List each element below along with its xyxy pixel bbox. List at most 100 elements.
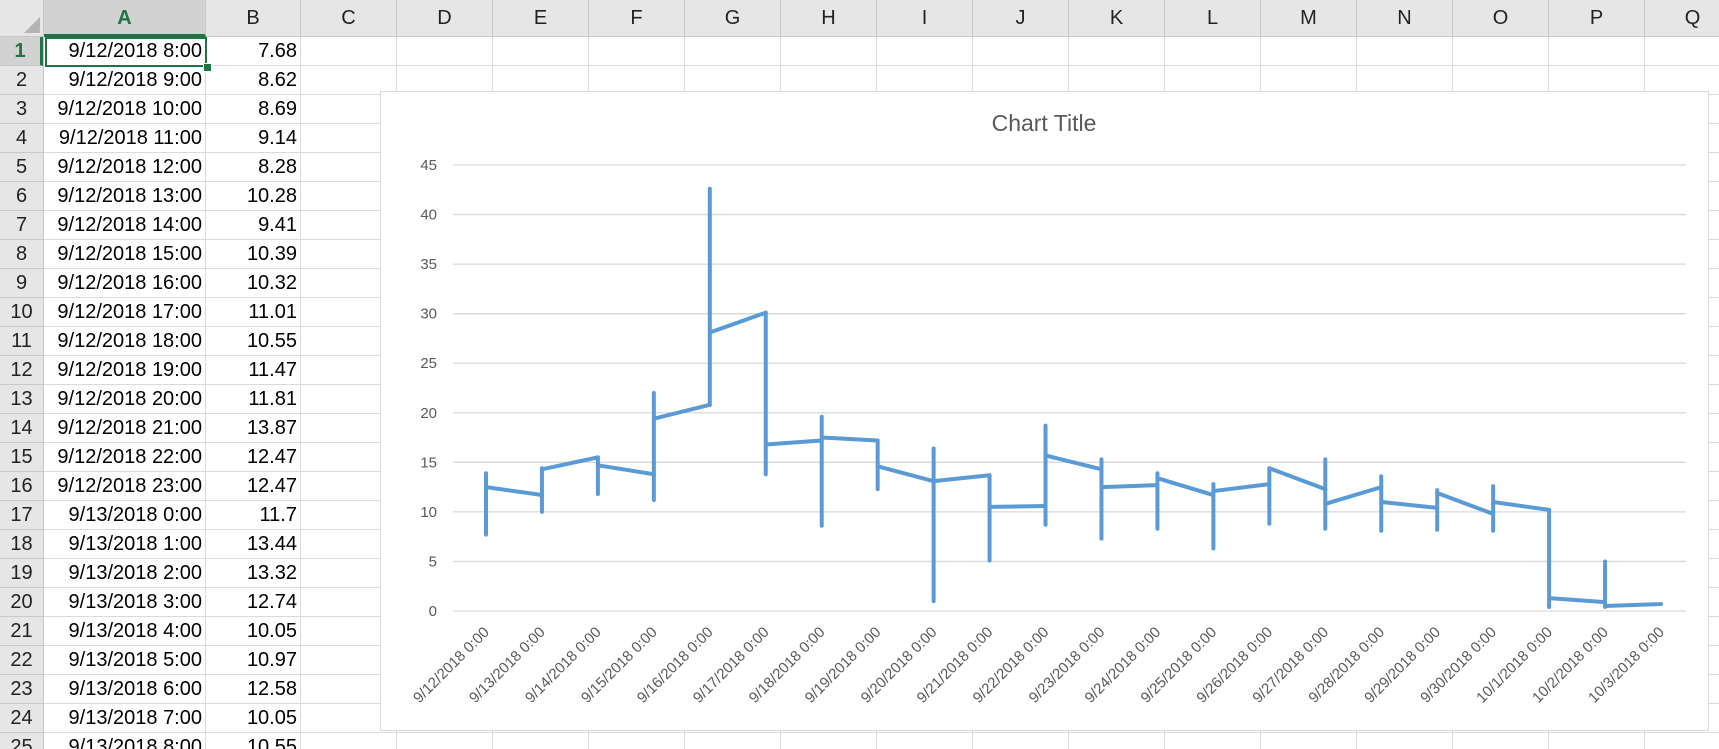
row-header-7[interactable]: 7	[0, 211, 43, 240]
column-header-f[interactable]: F	[589, 0, 685, 36]
cell-a25[interactable]: 9/13/2018 8:00	[44, 733, 206, 749]
row-header-1[interactable]: 1	[0, 37, 43, 66]
cell-b3[interactable]: 8.69	[206, 95, 301, 124]
cell-b23[interactable]: 12.58	[206, 675, 301, 704]
cell-a4[interactable]: 9/12/2018 11:00	[44, 124, 206, 153]
column-header-h[interactable]: H	[781, 0, 877, 36]
column-header-c[interactable]: C	[301, 0, 397, 36]
cell-b4[interactable]: 9.14	[206, 124, 301, 153]
row-header-2[interactable]: 2	[0, 66, 43, 95]
cell-a6[interactable]: 9/12/2018 13:00	[44, 182, 206, 211]
cell-a19[interactable]: 9/13/2018 2:00	[44, 559, 206, 588]
row-header-21[interactable]: 21	[0, 617, 43, 646]
cell-a14[interactable]: 9/12/2018 21:00	[44, 414, 206, 443]
y-tick-label: 40	[420, 207, 437, 224]
cell-a18[interactable]: 9/13/2018 1:00	[44, 530, 206, 559]
cell-a11[interactable]: 9/12/2018 18:00	[44, 327, 206, 356]
column-header-j[interactable]: J	[973, 0, 1069, 36]
row-header-6[interactable]: 6	[0, 182, 43, 211]
cell-b17[interactable]: 11.7	[206, 501, 301, 530]
row-header-8[interactable]: 8	[0, 240, 43, 269]
cell-b9[interactable]: 10.32	[206, 269, 301, 298]
column-header-i[interactable]: I	[877, 0, 973, 36]
cell-a17[interactable]: 9/13/2018 0:00	[44, 501, 206, 530]
cell-a12[interactable]: 9/12/2018 19:00	[44, 356, 206, 385]
row-header-4[interactable]: 4	[0, 124, 43, 153]
y-tick-label: 35	[420, 256, 437, 273]
row-header-3[interactable]: 3	[0, 95, 43, 124]
column-header-n[interactable]: N	[1357, 0, 1453, 36]
cell-a23[interactable]: 9/13/2018 6:00	[44, 675, 206, 704]
row-header-14[interactable]: 14	[0, 414, 43, 443]
cell-b12[interactable]: 11.47	[206, 356, 301, 385]
cell-b5[interactable]: 8.28	[206, 153, 301, 182]
row-header-18[interactable]: 18	[0, 530, 43, 559]
cell-a13[interactable]: 9/12/2018 20:00	[44, 385, 206, 414]
row-header-20[interactable]: 20	[0, 588, 43, 617]
row-header-19[interactable]: 19	[0, 559, 43, 588]
row-header-13[interactable]: 13	[0, 385, 43, 414]
select-all-corner[interactable]	[0, 0, 44, 37]
cell-b21[interactable]: 10.05	[206, 617, 301, 646]
cell-a5[interactable]: 9/12/2018 12:00	[44, 153, 206, 182]
row-header-11[interactable]: 11	[0, 327, 43, 356]
series-line-segment	[875, 464, 936, 484]
cell-a10[interactable]: 9/12/2018 17:00	[44, 298, 206, 327]
row-header-10[interactable]: 10	[0, 298, 43, 327]
select-all-triangle-icon	[24, 17, 40, 33]
cell-b1[interactable]: 7.68	[206, 37, 301, 66]
y-tick-label: 0	[429, 603, 437, 620]
cell-a2[interactable]: 9/12/2018 9:00	[44, 66, 206, 95]
cell-b22[interactable]: 10.97	[206, 646, 301, 675]
column-header-e[interactable]: E	[493, 0, 589, 36]
cell-a15[interactable]: 9/12/2018 22:00	[44, 443, 206, 472]
cell-a7[interactable]: 9/12/2018 14:00	[44, 211, 206, 240]
column-header-o[interactable]: O	[1453, 0, 1549, 36]
series-line-segment	[1435, 491, 1496, 516]
line-chart[interactable]: Chart Title 0 5 10 15 20 25 30 35 40 45 9/12/2018 0…	[380, 91, 1709, 731]
column-header-q[interactable]: Q	[1645, 0, 1719, 36]
cell-b6[interactable]: 10.28	[206, 182, 301, 211]
cell-a9[interactable]: 9/12/2018 16:00	[44, 269, 206, 298]
row-header-25[interactable]: 25	[0, 733, 43, 749]
row-header-22[interactable]: 22	[0, 646, 43, 675]
row-header-17[interactable]: 17	[0, 501, 43, 530]
column-header-b[interactable]: B	[206, 0, 301, 36]
row-header-12[interactable]: 12	[0, 356, 43, 385]
cell-a8[interactable]: 9/12/2018 15:00	[44, 240, 206, 269]
row-header-16[interactable]: 16	[0, 472, 43, 501]
cell-a3[interactable]: 9/12/2018 10:00	[44, 95, 206, 124]
row-header-24[interactable]: 24	[0, 704, 43, 733]
row-header-23[interactable]: 23	[0, 675, 43, 704]
cell-b16[interactable]: 12.47	[206, 472, 301, 501]
row-header-9[interactable]: 9	[0, 269, 43, 298]
cell-a21[interactable]: 9/13/2018 4:00	[44, 617, 206, 646]
cell-b19[interactable]: 13.32	[206, 559, 301, 588]
cell-b15[interactable]: 12.47	[206, 443, 301, 472]
column-header-l[interactable]: L	[1165, 0, 1261, 36]
column-header-m[interactable]: M	[1261, 0, 1357, 36]
cell-b13[interactable]: 11.81	[206, 385, 301, 414]
cell-b7[interactable]: 9.41	[206, 211, 301, 240]
column-header-g[interactable]: G	[685, 0, 781, 36]
fill-handle[interactable]	[203, 63, 212, 72]
column-header-a[interactable]: A	[44, 0, 206, 37]
cell-a22[interactable]: 9/13/2018 5:00	[44, 646, 206, 675]
cell-b10[interactable]: 11.01	[206, 298, 301, 327]
cell-a20[interactable]: 9/13/2018 3:00	[44, 588, 206, 617]
cell-b11[interactable]: 10.55	[206, 327, 301, 356]
cell-b8[interactable]: 10.39	[206, 240, 301, 269]
cell-b25[interactable]: 10.55	[206, 733, 301, 749]
column-header-p[interactable]: P	[1549, 0, 1645, 36]
column-header-d[interactable]: D	[397, 0, 493, 36]
row-header-15[interactable]: 15	[0, 443, 43, 472]
cell-b20[interactable]: 12.74	[206, 588, 301, 617]
cell-b2[interactable]: 8.62	[206, 66, 301, 95]
row-header-5[interactable]: 5	[0, 153, 43, 182]
cell-b14[interactable]: 13.87	[206, 414, 301, 443]
cell-b24[interactable]: 10.05	[206, 704, 301, 733]
column-header-k[interactable]: K	[1069, 0, 1165, 36]
cell-a24[interactable]: 9/13/2018 7:00	[44, 704, 206, 733]
cell-a16[interactable]: 9/12/2018 23:00	[44, 472, 206, 501]
cell-b18[interactable]: 13.44	[206, 530, 301, 559]
